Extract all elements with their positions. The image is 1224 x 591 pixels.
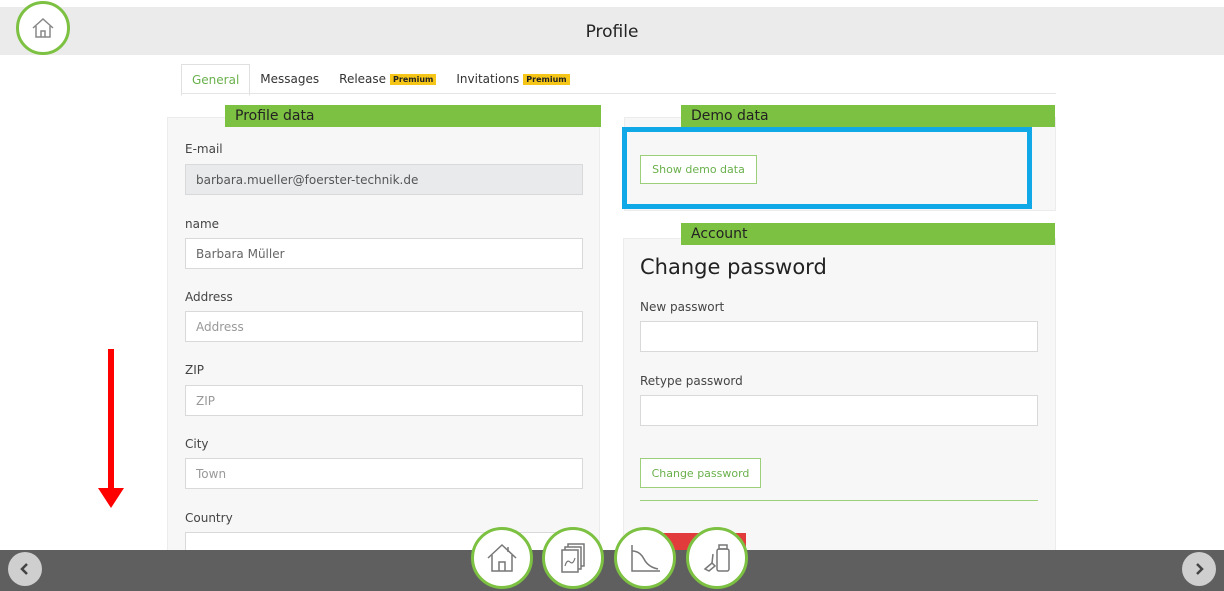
name-label: name: [185, 217, 220, 231]
demo-data-header: Demo data: [681, 105, 1055, 127]
highlight-box: [622, 127, 1032, 209]
chevron-left-icon: [20, 563, 28, 575]
tab-release[interactable]: Release Premium: [329, 64, 446, 94]
country-label: Country: [185, 511, 233, 525]
bottom-bar: [0, 550, 1224, 591]
dock-chart-button[interactable]: [614, 527, 676, 589]
chevron-right-icon: [1196, 563, 1204, 575]
next-button[interactable]: [1182, 552, 1216, 586]
scroll-down-arrow-head: [98, 488, 124, 508]
profile-data-header: Profile data: [225, 105, 601, 127]
change-password-button[interactable]: Change password: [640, 458, 761, 488]
dock-home-button[interactable]: [471, 527, 533, 589]
tab-label: Invitations: [456, 72, 520, 86]
premium-badge: Premium: [523, 74, 570, 85]
address-field[interactable]: Address: [185, 311, 583, 342]
tab-general[interactable]: General: [181, 64, 251, 96]
home-icon: [32, 17, 54, 38]
tab-bar: General Messages Release Premium Invitati…: [181, 64, 580, 96]
dock-documents-button[interactable]: [542, 527, 604, 589]
new-password-label: New passwort: [640, 300, 725, 314]
premium-badge: Premium: [390, 74, 437, 85]
page-title: Profile: [585, 22, 639, 42]
tabs-divider: [181, 93, 1056, 94]
account-header: Account: [681, 223, 1055, 245]
tab-messages[interactable]: Messages: [250, 64, 329, 94]
tab-label: General: [192, 73, 240, 87]
previous-button[interactable]: [8, 552, 42, 586]
account-divider: [640, 500, 1038, 501]
zip-field[interactable]: ZIP: [185, 385, 583, 416]
city-label: City: [185, 437, 209, 451]
dock-device-button[interactable]: [686, 527, 748, 589]
email-field: barbara.mueller@foerster-technik.de: [185, 164, 583, 195]
documents-icon: [561, 543, 585, 573]
new-password-field[interactable]: [640, 321, 1038, 352]
tab-invitations[interactable]: Invitations Premium: [446, 64, 579, 94]
zip-label: ZIP: [185, 363, 204, 377]
tab-label: Release: [339, 72, 387, 86]
tab-label: Messages: [260, 72, 320, 86]
home-button[interactable]: [16, 1, 70, 55]
change-password-title: Change password: [640, 255, 827, 279]
chart-icon: [631, 545, 660, 572]
home-icon: [487, 543, 517, 572]
address-label: Address: [185, 290, 233, 304]
retype-password-field[interactable]: [640, 395, 1038, 426]
device-icon: [703, 544, 730, 572]
retype-password-label: Retype password: [640, 374, 743, 388]
email-label: E-mail: [185, 142, 223, 156]
scroll-down-arrow: [108, 349, 114, 492]
city-field[interactable]: Town: [185, 458, 583, 489]
name-field[interactable]: Barbara Müller: [185, 238, 583, 269]
